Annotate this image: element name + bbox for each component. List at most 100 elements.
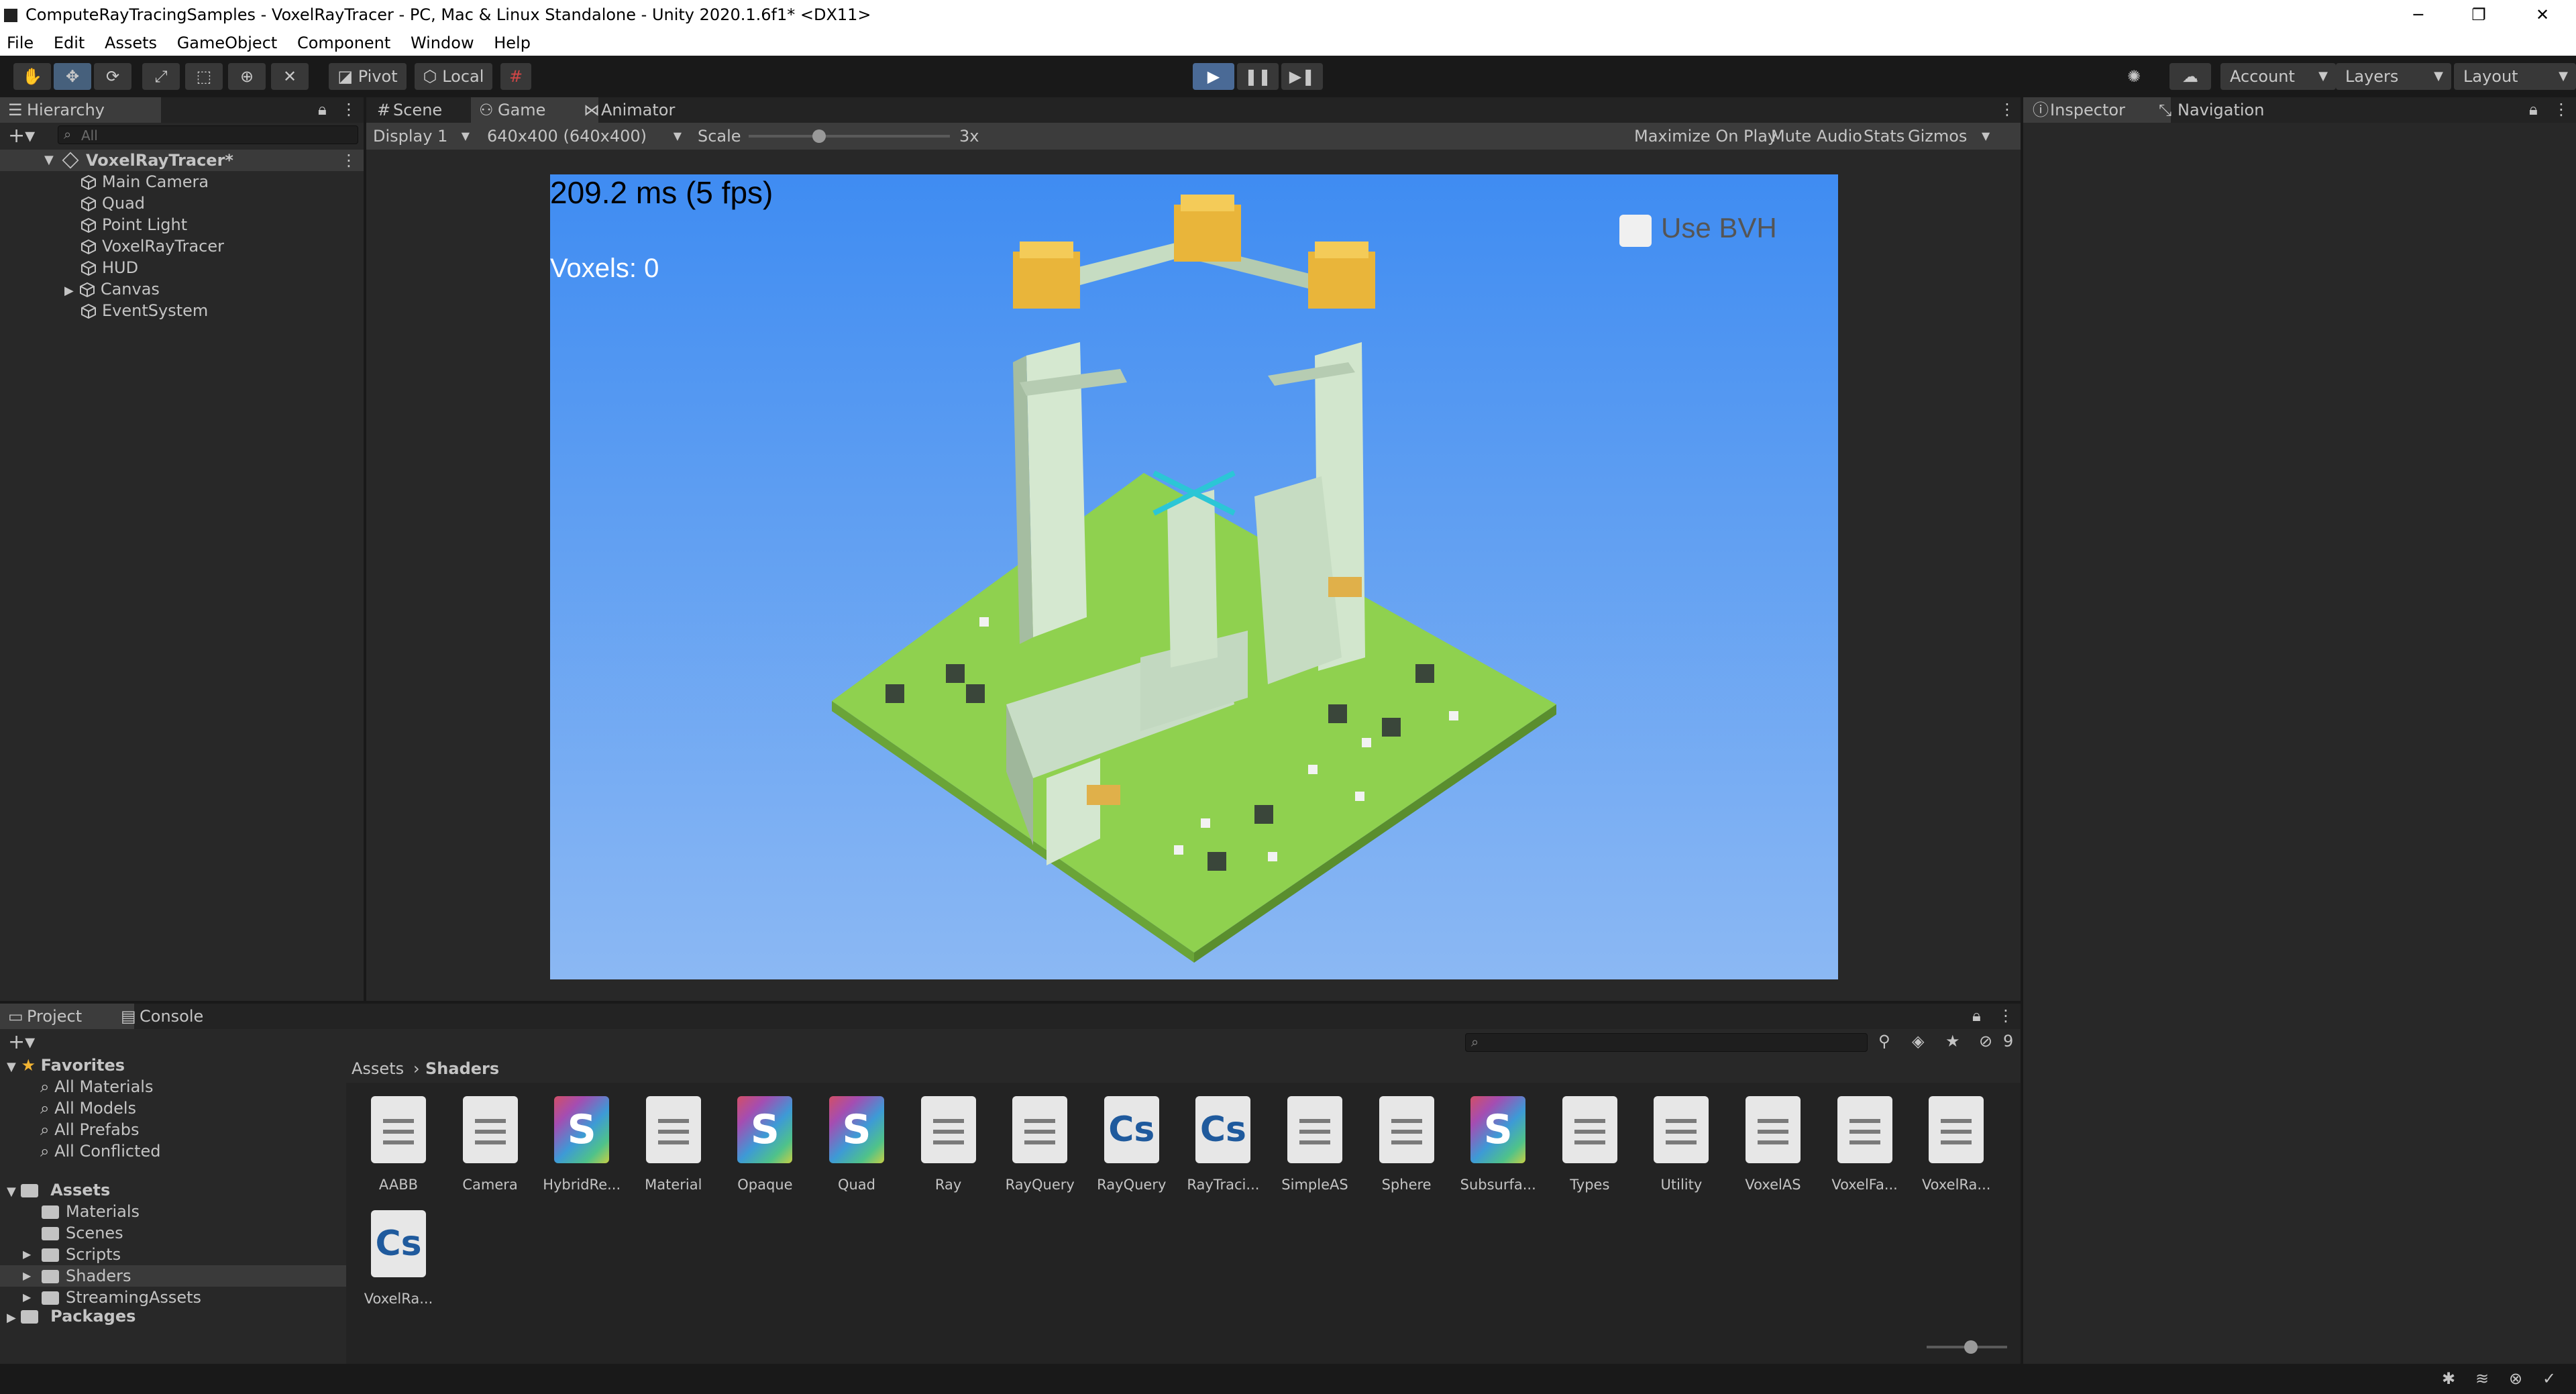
asset-folder-item[interactable]: ▶ Shaders [0,1265,372,1287]
chevron-down-icon[interactable]: ▼ [1982,123,1990,150]
favorite-item[interactable]: ⌕ All Conflicted [40,1140,161,1162]
add-object-button[interactable]: +▾ [8,124,35,148]
favorite-item[interactable]: ⌕ All Models [40,1097,136,1119]
asset-tile[interactable]: RayQuery [994,1096,1085,1193]
game-viewport[interactable]: 209.2 ms (5 fps) Voxels: 0 Use BVH [550,174,1838,979]
hierarchy-search-input[interactable]: ⌕ All [58,125,358,144]
asset-tile[interactable]: Camera [445,1096,536,1193]
maximize-on-play-toggle[interactable]: Maximize On Play [1634,123,1777,150]
breadcrumb-shaders[interactable]: Shaders [425,1055,499,1083]
asset-tile[interactable]: Cs RayTraci... [1177,1096,1269,1193]
auto-generate-icon[interactable]: ⊗ [2509,1369,2522,1388]
favorite-star-icon[interactable]: ★ [1945,1032,1960,1051]
menu-help[interactable]: Help [494,34,531,52]
pivot-toggle[interactable]: ◪ Pivot [329,63,407,90]
zoom-slider[interactable] [1927,1340,2007,1354]
asset-tile[interactable]: S Quad [811,1096,902,1193]
menu-component[interactable]: Component [297,34,390,52]
asset-tile[interactable]: Types [1544,1096,1635,1193]
asset-folder-item[interactable]: Materials [0,1201,372,1222]
asset-tile[interactable]: Material [628,1096,719,1193]
cloud-button[interactable]: ☁ [2169,63,2211,90]
custom-tool-button[interactable]: ✕ [271,63,309,90]
debug-icon[interactable]: ✱ [2442,1369,2455,1388]
transform-tool-button[interactable]: ⊕ [228,63,266,90]
layers-dropdown[interactable]: Layers ▼ [2336,63,2451,90]
kebab-menu-icon[interactable]: ⋮ [1998,1006,2014,1025]
asset-tile[interactable]: VoxelFa... [1819,1096,1911,1193]
expand-arrow-icon[interactable]: ▶ [23,1244,31,1265]
lock-icon[interactable]: 🔒︎ [2529,100,2538,119]
tab-hierarchy[interactable]: ☰ Hierarchy [0,97,161,123]
zoom-slider-thumb[interactable] [1964,1340,1978,1354]
layout-dropdown[interactable]: Layout ▼ [2454,63,2576,90]
favorites-header[interactable]: ▼ ★ Favorites [7,1055,125,1076]
asset-tile[interactable]: S Opaque [719,1096,810,1193]
account-dropdown[interactable]: Account ▼ [2220,63,2336,90]
kebab-menu-icon[interactable]: ⋮ [2553,100,2569,119]
hierarchy-item[interactable]: ▶ Canvas [0,278,428,300]
hidden-packages-icon[interactable]: ⊘ [1979,1032,1992,1051]
minimize-button[interactable]: ─ [2402,0,2435,30]
kebab-menu-icon[interactable]: ⋮ [341,100,357,119]
expand-arrow-icon[interactable]: ▼ [44,150,54,171]
tab-animator[interactable]: ⋈ Animator [574,97,735,123]
asset-folder-item[interactable]: Scenes [0,1222,372,1244]
menu-assets[interactable]: Assets [105,34,157,52]
mute-audio-toggle[interactable]: Mute Audio [1771,123,1862,150]
scale-tool-button[interactable]: ⤢ [142,63,180,90]
breadcrumb-assets[interactable]: Assets [352,1055,404,1083]
menu-window[interactable]: Window [411,34,474,52]
close-button[interactable]: ✕ [2526,0,2559,30]
asset-tile[interactable]: SimpleAS [1269,1096,1360,1193]
asset-tile[interactable]: Sphere [1361,1096,1452,1193]
menu-file[interactable]: File [7,34,34,52]
grid-snap-button[interactable]: # [500,63,531,90]
scale-slider-thumb[interactable] [812,129,826,143]
asset-tile[interactable]: VoxelRa... [1911,1096,2002,1193]
scale-slider[interactable] [749,129,950,143]
rotate-tool-button[interactable]: ⟳ [94,63,131,90]
tab-console[interactable]: ▤ Console [113,1004,260,1029]
rect-tool-button[interactable]: ⬚ [185,63,223,90]
asset-tile[interactable]: S Subsurfa... [1452,1096,1544,1193]
play-button[interactable]: ▶ [1193,63,1234,90]
tab-navigation[interactable]: ⤡ Navigation [2151,97,2312,123]
stats-toggle[interactable]: Stats [1864,123,1904,150]
filter-by-type-icon[interactable]: ⚲ [1878,1032,1890,1051]
restore-button[interactable]: ❐ [2462,0,2496,30]
kebab-menu-icon[interactable]: ⋮ [341,150,357,171]
asset-tile[interactable]: VoxelAS [1727,1096,1819,1193]
favorite-item[interactable]: ⌕ All Materials [40,1076,153,1097]
create-asset-button[interactable]: +▾ [8,1030,35,1054]
scene-root-row[interactable]: ▼ VoxelRayTracer* ⋮ [0,150,364,171]
check-circle-icon[interactable]: ✓ [2542,1369,2556,1388]
move-tool-button[interactable]: ✥ [54,63,91,90]
pause-button[interactable]: ❚❚ [1237,63,1279,90]
favorite-item[interactable]: ⌕ All Prefabs [40,1119,140,1140]
lock-icon[interactable]: 🔒︎ [1972,1006,1981,1025]
display-dropdown[interactable]: Display 1 ▼ [373,123,474,150]
asset-tile[interactable]: S HybridRe... [536,1096,627,1193]
step-button[interactable]: ▶❚ [1281,63,1323,90]
menu-gameobject[interactable]: GameObject [177,34,278,52]
expand-arrow-icon[interactable]: ▶ [64,284,74,298]
asset-tile[interactable]: Cs VoxelRa... [353,1210,444,1307]
expand-arrow-icon[interactable]: ▶ [23,1265,31,1287]
resolution-dropdown[interactable]: 640x400 (640x400) ▼ [479,123,687,150]
asset-folder-item[interactable]: ▶ Scripts [0,1244,372,1265]
local-toggle[interactable]: ⬡ Local [415,63,492,90]
collab-button[interactable]: ✺ [2116,63,2152,90]
asset-tile[interactable]: AABB [353,1096,444,1193]
hand-tool-button[interactable]: ✋ [13,63,51,90]
gizmos-dropdown[interactable]: Gizmos [1908,123,1967,150]
layers-icon[interactable]: ≋ [2475,1369,2489,1388]
tab-inspector[interactable]: ⓘ Inspector [2023,97,2171,123]
asset-tile[interactable]: Cs RayQuery [1086,1096,1177,1193]
bvh-checkbox[interactable] [1619,215,1652,247]
asset-tile[interactable]: Utility [1635,1096,1727,1193]
filter-by-label-icon[interactable]: ◈ [1912,1032,1924,1051]
project-search-input[interactable]: ⌕ [1465,1033,1868,1052]
asset-tile[interactable]: Ray [903,1096,994,1193]
lock-icon[interactable]: 🔒︎ [318,100,327,119]
